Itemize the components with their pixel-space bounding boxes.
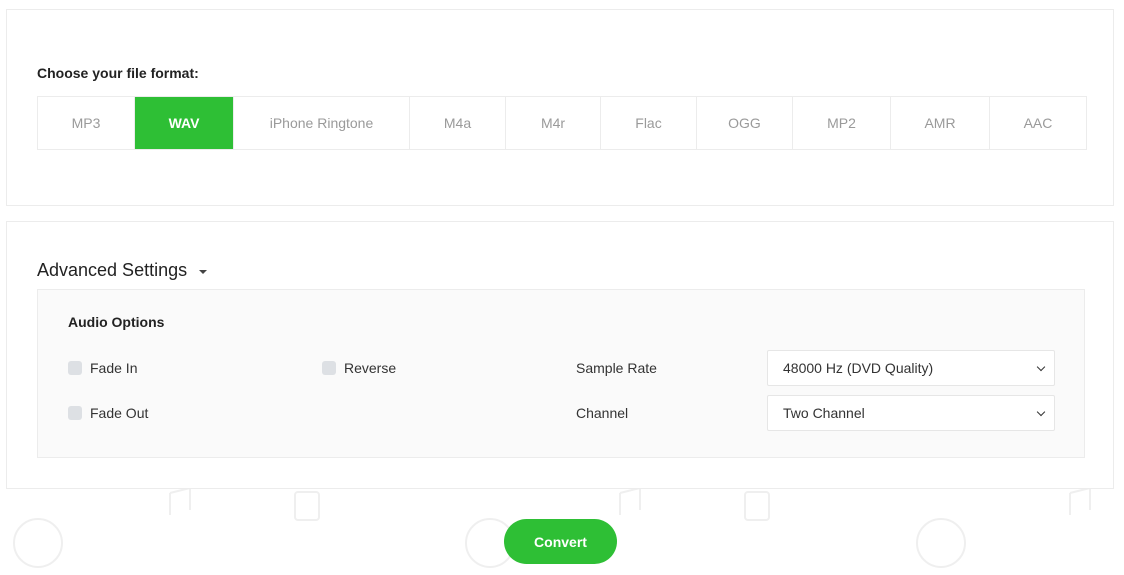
fade-in-checkbox[interactable]: Fade In xyxy=(68,360,137,376)
checkbox-icon[interactable] xyxy=(68,361,82,375)
format-option-mp3[interactable]: MP3 xyxy=(38,97,135,149)
chevron-down-icon xyxy=(1036,362,1046,371)
channel-label: Channel xyxy=(576,405,629,421)
format-option-wav[interactable]: WAV xyxy=(135,97,234,149)
chevron-down-icon xyxy=(1036,407,1046,416)
music-note-icon xyxy=(1069,487,1091,515)
format-option-m4r[interactable]: M4r xyxy=(506,97,601,149)
audio-options-title: Audio Options xyxy=(68,314,165,330)
reverse-checkbox[interactable]: Reverse xyxy=(322,360,396,376)
advanced-panel: Advanced Settings Audio Options Fade In … xyxy=(6,221,1114,489)
music-note-icon xyxy=(619,487,641,515)
audio-options-box: Audio Options Fade In Fade Out Reverse S… xyxy=(37,289,1085,458)
sample-rate-select[interactable]: 48000 Hz (DVD Quality) xyxy=(767,350,1055,386)
advanced-settings-title: Advanced Settings xyxy=(37,260,188,280)
format-selector: MP3 WAV iPhone Ringtone M4a M4r Flac OGG… xyxy=(37,96,1087,150)
sample-rate-value: 48000 Hz (DVD Quality) xyxy=(783,360,934,376)
convert-button[interactable]: Convert xyxy=(504,519,617,564)
play-circle-icon xyxy=(13,518,63,568)
device-icon xyxy=(744,491,770,521)
format-option-flac[interactable]: Flac xyxy=(601,97,697,149)
format-option-mp2[interactable]: MP2 xyxy=(793,97,891,149)
checkbox-icon[interactable] xyxy=(68,406,82,420)
checkbox-icon[interactable] xyxy=(322,361,336,375)
advanced-settings-toggle[interactable]: Advanced Settings xyxy=(37,260,208,281)
format-option-iphone-ringtone[interactable]: iPhone Ringtone xyxy=(234,97,410,149)
channel-value: Two Channel xyxy=(783,405,865,421)
format-panel: Choose your file format: MP3 WAV iPhone … xyxy=(6,9,1114,206)
reverse-label: Reverse xyxy=(344,360,397,376)
device-icon xyxy=(294,491,320,521)
music-note-icon xyxy=(169,487,191,515)
format-option-m4a[interactable]: M4a xyxy=(410,97,506,149)
caret-down-icon xyxy=(199,269,208,274)
sample-rate-label: Sample Rate xyxy=(576,360,657,376)
fade-out-checkbox[interactable]: Fade Out xyxy=(68,405,148,421)
format-option-ogg[interactable]: OGG xyxy=(697,97,793,149)
format-label: Choose your file format: xyxy=(37,65,199,81)
format-option-aac[interactable]: AAC xyxy=(990,97,1086,149)
fade-out-label: Fade Out xyxy=(90,405,149,421)
play-circle-icon xyxy=(916,518,966,568)
format-option-amr[interactable]: AMR xyxy=(891,97,990,149)
fade-in-label: Fade In xyxy=(90,360,138,376)
channel-select[interactable]: Two Channel xyxy=(767,395,1055,431)
